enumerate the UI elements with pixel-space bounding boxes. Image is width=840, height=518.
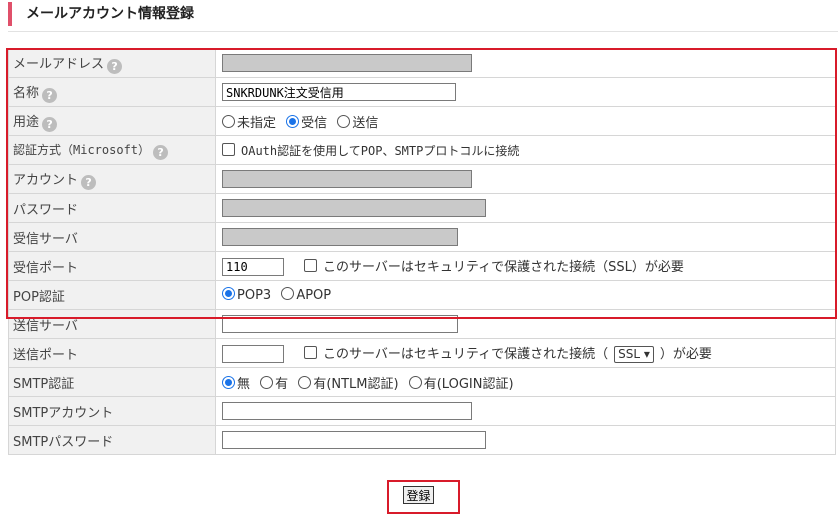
send-ssl-suffix: ）が必要 — [659, 346, 712, 362]
help-icon[interactable]: ? — [81, 174, 97, 190]
usage-label: 用途 — [13, 114, 40, 130]
radio-icon[interactable] — [222, 114, 235, 128]
usage-option-send[interactable]: 送信 — [337, 114, 378, 131]
radio-icon[interactable] — [337, 114, 351, 128]
recv-ssl-label: このサーバーはセキュリティで保護された接続（SSL）が必要 — [323, 259, 684, 275]
title-divider — [8, 31, 838, 32]
row-send-server: 送信サーバ — [8, 309, 836, 339]
recv-port-input[interactable] — [222, 258, 284, 277]
auth-method-label: 認証方式（Microsoft） — [13, 142, 151, 157]
row-smtp-auth: SMTP認証 無 有 有(NTLM認証) 有(LOGIN認証) — [8, 367, 836, 397]
recv-server-label: 受信サーバ — [13, 231, 78, 247]
help-icon[interactable]: ? — [107, 58, 123, 74]
smtp-auth-option-login[interactable]: 有(LOGIN認証) — [408, 375, 514, 392]
page-title: メールアカウント情報登録 — [8, 2, 194, 26]
smtp-password-input[interactable] — [222, 431, 486, 449]
smtp-account-label: SMTPアカウント — [13, 405, 114, 421]
usage-option-unspecified[interactable]: 未指定 — [222, 114, 276, 131]
password-label: パスワード — [13, 202, 79, 218]
row-email: メールアドレス? — [8, 48, 836, 78]
ssl-type-select[interactable]: SSL ▾ — [614, 345, 654, 363]
recv-ssl-checkbox[interactable] — [304, 258, 317, 272]
row-smtp-account: SMTPアカウント — [8, 396, 836, 426]
help-icon[interactable]: ? — [42, 87, 58, 103]
send-port-label: 送信ポート — [13, 347, 79, 363]
email-input[interactable] — [222, 54, 472, 72]
register-button[interactable]: 登録 — [403, 486, 434, 504]
row-smtp-password: SMTPパスワード — [8, 425, 836, 455]
row-recv-server: 受信サーバ — [8, 222, 836, 252]
pop-auth-option-pop3[interactable]: POP3 — [222, 287, 271, 303]
radio-icon[interactable] — [298, 375, 312, 389]
radio-selected-icon[interactable] — [286, 114, 300, 128]
name-label: 名称 — [13, 85, 40, 101]
radio-selected-icon[interactable] — [222, 287, 235, 300]
recv-port-label: 受信ポート — [13, 260, 79, 276]
usage-option-receive[interactable]: 受信 — [286, 114, 327, 131]
radio-selected-icon[interactable] — [222, 375, 235, 389]
mail-account-form: メールアドレス? 名称? 用途? 未指定 受信 送信 認証方式（Microsof… — [8, 48, 836, 455]
radio-icon[interactable] — [260, 375, 274, 389]
row-recv-port: 受信ポート このサーバーはセキュリティで保護された接続（SSL）が必要 — [8, 251, 836, 281]
password-input[interactable] — [222, 199, 486, 217]
row-password: パスワード — [8, 193, 836, 223]
email-label: メールアドレス — [13, 56, 105, 72]
row-name: 名称? — [8, 77, 836, 107]
radio-icon[interactable] — [408, 375, 422, 389]
radio-icon[interactable] — [281, 287, 295, 300]
row-auth-method: 認証方式（Microsoft）? OAuth認証を使用してPOP、SMTPプロト… — [8, 135, 836, 165]
name-input[interactable] — [222, 83, 456, 101]
pop-auth-option-apop[interactable]: APOP — [281, 287, 331, 303]
account-label: アカウント — [13, 172, 79, 188]
account-input[interactable] — [222, 170, 472, 188]
pop-auth-label: POP認証 — [13, 289, 65, 305]
help-icon[interactable]: ? — [153, 144, 169, 160]
row-send-port: 送信ポート このサーバーはセキュリティで保護された接続（ SSL ▾ ）が必要 — [8, 338, 836, 368]
send-server-label: 送信サーバ — [13, 318, 78, 334]
oauth-checkbox[interactable] — [222, 142, 235, 156]
row-pop-auth: POP認証 POP3 APOP — [8, 280, 836, 310]
send-ssl-checkbox[interactable] — [304, 345, 317, 359]
send-port-input[interactable] — [222, 345, 284, 364]
oauth-checkbox-label: OAuth認証を使用してPOP、SMTPプロトコルに接続 — [241, 143, 520, 158]
row-account: アカウント? — [8, 164, 836, 194]
row-usage: 用途? 未指定 受信 送信 — [8, 106, 836, 136]
send-server-input[interactable] — [222, 315, 458, 333]
smtp-auth-label: SMTP認証 — [13, 376, 75, 392]
smtp-auth-option-yes[interactable]: 有 — [260, 375, 288, 392]
smtp-account-input[interactable] — [222, 402, 472, 420]
smtp-password-label: SMTPパスワード — [13, 434, 114, 450]
smtp-auth-option-none[interactable]: 無 — [222, 375, 250, 392]
smtp-auth-option-ntlm[interactable]: 有(NTLM認証) — [298, 375, 399, 392]
recv-server-input[interactable] — [222, 228, 458, 246]
help-icon[interactable]: ? — [42, 116, 58, 132]
send-ssl-prefix: このサーバーはセキュリティで保護された接続（ — [323, 346, 609, 362]
chevron-down-icon: ▾ — [643, 346, 650, 361]
